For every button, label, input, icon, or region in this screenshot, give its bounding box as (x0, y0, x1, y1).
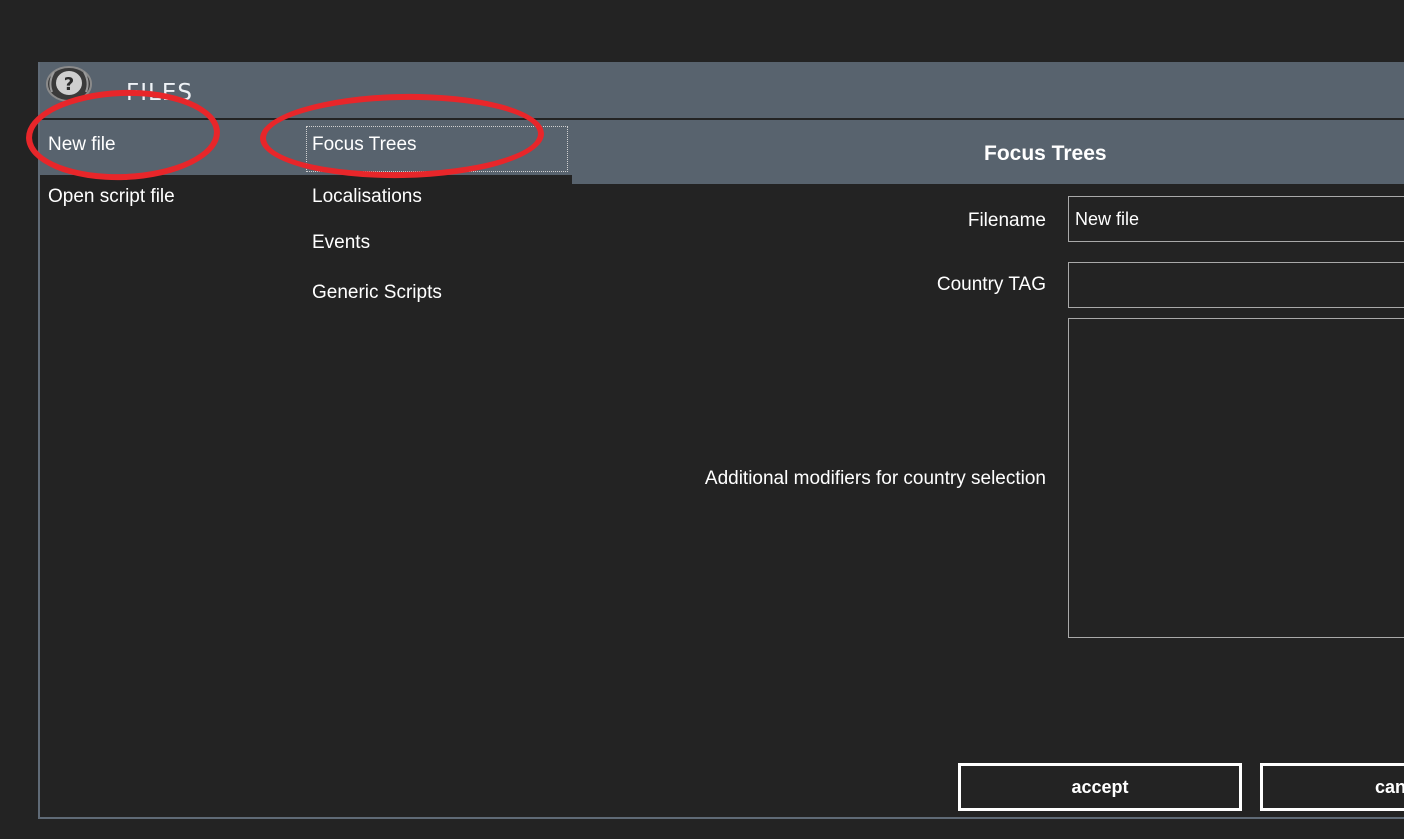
help-question-icon[interactable]: ? (44, 64, 94, 104)
menu-item-localisations[interactable]: Localisations (312, 186, 422, 208)
country-tag-label: Country TAG (936, 274, 1046, 295)
filename-label: Filename (967, 210, 1046, 231)
panel-title: Focus Trees (984, 142, 1107, 165)
window-titlebar: ? FILES (40, 62, 1404, 118)
svg-text:?: ? (64, 74, 74, 95)
menu-item-open-script-file[interactable]: Open script file (48, 186, 175, 208)
menu-item-focus-trees[interactable]: Focus Trees (312, 134, 417, 156)
panel-header: Focus Trees (572, 120, 1404, 184)
modifiers-label: Additional modifiers for country selecti… (704, 468, 1046, 489)
menu-item-generic-scripts[interactable]: Generic Scripts (312, 282, 442, 304)
country-tag-input[interactable] (1068, 262, 1404, 308)
accept-button[interactable]: accept (958, 763, 1242, 811)
modifiers-textarea[interactable] (1068, 318, 1404, 638)
files-window: ? FILES New file Open script file Focus … (38, 62, 1404, 819)
filename-input[interactable] (1068, 196, 1404, 242)
menu-item-new-file[interactable]: New file (48, 134, 116, 156)
menu-item-events[interactable]: Events (312, 232, 370, 254)
window-title: FILES (126, 80, 193, 106)
cancel-button[interactable]: can (1260, 763, 1404, 811)
